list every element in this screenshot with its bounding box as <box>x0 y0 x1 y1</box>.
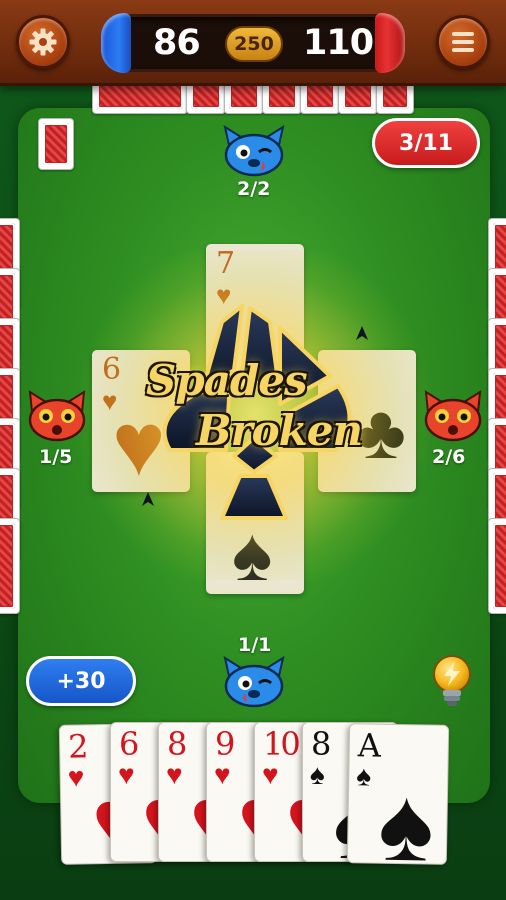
red-team-marker <box>375 13 405 73</box>
right-player-bid: 2/6 <box>432 446 466 468</box>
banner-text-line2: Broken <box>196 406 363 455</box>
card-suit: ♠ <box>310 759 325 790</box>
deck-pile <box>38 118 74 170</box>
card-back <box>488 518 506 614</box>
card-rank: 2 <box>67 727 87 766</box>
left-player-bid: 1/5 <box>39 446 73 468</box>
hand-card[interactable]: A ♠ ♠ <box>346 723 450 865</box>
bottom-player-bid: 1/1 <box>238 634 272 656</box>
card-suit: ♥ <box>262 759 279 790</box>
blue-team-marker <box>101 13 131 73</box>
top-player-bid: 2/2 <box>237 178 271 200</box>
hamburger-menu-icon <box>452 32 474 52</box>
score-bar: 86 250 110 <box>101 13 405 73</box>
red-team-score: 110 <box>303 23 374 63</box>
card-rank: 6 <box>119 725 139 763</box>
menu-button[interactable] <box>436 15 490 69</box>
bonus-points-badge[interactable]: +30 <box>26 656 136 706</box>
card-suit: ♥ <box>166 759 183 790</box>
card-suit: ♠ <box>356 760 372 792</box>
card-rank: A <box>357 726 380 765</box>
target-score-badge: 250 <box>225 26 283 62</box>
card-rank: 8 <box>167 725 187 763</box>
top-bar: 86 250 110 <box>0 0 506 86</box>
card-suit-large: ♠ <box>377 766 435 865</box>
card-rank: 9 <box>215 725 235 763</box>
red-cat-avatar <box>28 390 86 442</box>
hint-button[interactable] <box>430 654 474 710</box>
blue-cat-avatar <box>223 656 285 708</box>
blue-cat-avatar <box>223 125 285 177</box>
lightbulb-icon <box>433 655 471 706</box>
settings-button[interactable] <box>16 15 70 69</box>
game-screen: 86 250 110 3/11 2/2 1/5 2/6 1/1 Spades B… <box>0 0 506 900</box>
card-back <box>0 518 20 614</box>
card-suit: ♥ <box>118 759 135 790</box>
card-suit: ♥ <box>214 759 231 790</box>
blue-team-score: 86 <box>153 23 201 63</box>
card-suit: ♥ <box>67 761 85 793</box>
round-counter-badge: 3/11 <box>372 118 480 168</box>
card-rank: 10 <box>263 725 301 763</box>
gear-icon <box>29 28 57 56</box>
banner-text-line1: Spades <box>146 356 308 405</box>
card-rank: 8 <box>311 725 331 763</box>
red-cat-avatar <box>424 390 482 442</box>
